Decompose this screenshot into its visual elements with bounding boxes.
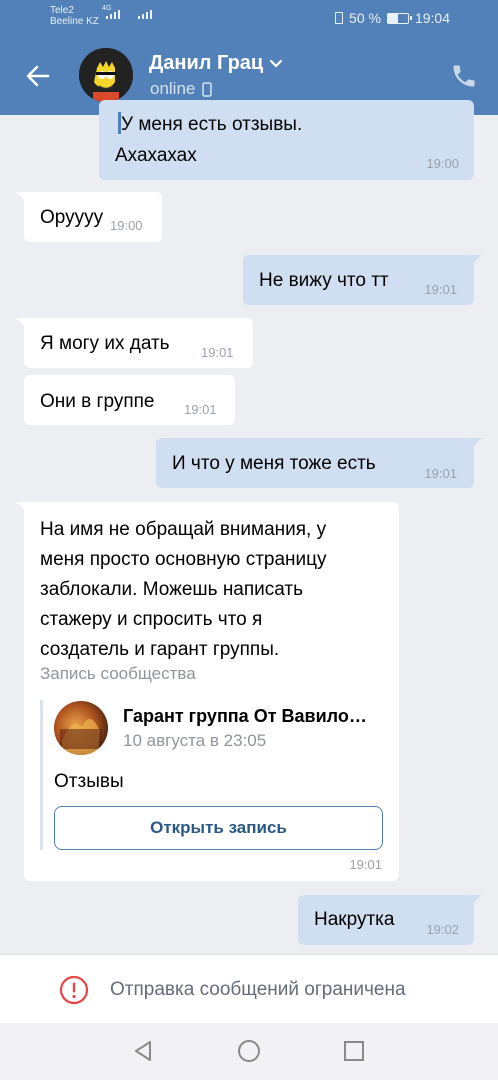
- message-text: Не вижу что тт: [259, 270, 389, 291]
- message-time: 19:00: [110, 218, 143, 233]
- bubble-tail: [471, 255, 483, 269]
- chat-header: Tele2 Beeline KZ 4G 50 % 19:04 Данил Гра…: [0, 0, 498, 115]
- alert-circle-icon: [59, 975, 89, 1005]
- message-text: Накрутка: [314, 909, 395, 930]
- chat-name[interactable]: Данил Грац: [149, 52, 283, 75]
- mobile-icon: [202, 81, 213, 97]
- message-line: создатель и гарант группы.: [40, 639, 280, 660]
- carrier-beeline: Beeline KZ: [50, 16, 99, 27]
- avatar[interactable]: [79, 48, 133, 102]
- message-time: 19:02: [426, 922, 459, 937]
- message-bubble-incoming[interactable]: Я могу их дать 19:01: [15, 318, 253, 368]
- quoted-text: У меня есть отзывы.: [121, 114, 303, 135]
- bubble-tail: [15, 502, 27, 516]
- message-line: На имя не обращай внимания, у: [40, 519, 327, 540]
- restriction-text: Отправка сообщений ограничена: [110, 979, 406, 1000]
- group-avatar[interactable]: [54, 701, 108, 755]
- status-right: 50 % 19:04: [335, 10, 450, 26]
- bubble-tail: [471, 438, 483, 452]
- nav-recents-icon[interactable]: [341, 1038, 367, 1064]
- message-bubble-outgoing[interactable]: Накрутка 19:02: [298, 895, 483, 945]
- system-nav-bar: [0, 1023, 498, 1080]
- bubble-tail: [15, 192, 27, 206]
- contact-name: Данил Грац: [149, 52, 264, 74]
- message-text: Я могу их дать: [40, 333, 170, 354]
- signal-icon: [106, 10, 120, 19]
- message-bubble-incoming[interactable]: Они в группе 19:01: [24, 375, 235, 425]
- message-text: Ахахахах: [115, 145, 197, 166]
- message-line: меня просто основную страницу: [40, 549, 327, 570]
- message-time: 19:01: [201, 345, 234, 360]
- battery-percent: 50 %: [349, 10, 381, 26]
- repost-bar: [40, 700, 43, 850]
- message-text-block: На имя не обращай внимания, у меня прост…: [40, 515, 327, 665]
- nav-home-icon[interactable]: [236, 1038, 262, 1064]
- quote-bar: [118, 112, 121, 134]
- status-text: online: [150, 79, 196, 98]
- battery-level: [387, 13, 398, 23]
- carrier-labels: Tele2 Beeline KZ: [50, 5, 99, 27]
- message-time: 19:00: [426, 156, 459, 171]
- post-date: 10 августа в 23:05: [123, 731, 267, 750]
- repost-label: Запись сообщества: [40, 664, 196, 683]
- open-post-button[interactable]: Открыть запись: [54, 806, 383, 850]
- signal-icon-2: [138, 10, 152, 19]
- message-bubble-incoming[interactable]: Оруууу 19:00: [15, 192, 162, 242]
- phone-icon[interactable]: [450, 62, 478, 90]
- message-line: заблокали. Можешь написать: [40, 579, 304, 600]
- nav-back-icon[interactable]: [130, 1038, 156, 1064]
- message-bubble-outgoing[interactable]: У меня есть отзывы. Ахахахах 19:00: [99, 100, 474, 180]
- message-time: 19:01: [424, 466, 457, 481]
- bubble-tail: [471, 895, 483, 909]
- message-text: Они в группе: [40, 391, 155, 412]
- clock: 19:04: [414, 10, 450, 26]
- group-name[interactable]: Гарант группа От Вавило…: [123, 706, 367, 727]
- restriction-bar: Отправка сообщений ограничена: [0, 954, 498, 1023]
- message-time: 19:01: [184, 402, 217, 417]
- message-line: стажеру и спросить что я: [40, 609, 263, 630]
- vibrate-icon: [335, 12, 344, 24]
- message-time: 19:01: [349, 857, 382, 872]
- message-text: И что у меня тоже есть: [172, 453, 376, 474]
- chevron-down-icon: [270, 59, 283, 68]
- online-status: online: [150, 79, 213, 99]
- carrier-tele2: Tele2: [50, 5, 74, 16]
- back-arrow-icon[interactable]: [22, 60, 54, 92]
- message-bubble-outgoing[interactable]: Не вижу что тт 19:01: [243, 255, 483, 305]
- status-bar: Tele2 Beeline KZ 4G 50 % 19:04: [0, 0, 498, 38]
- message-bubble-outgoing[interactable]: И что у меня тоже есть 19:01: [156, 438, 483, 488]
- post-text: Отзывы: [54, 771, 124, 792]
- message-text: Оруууу: [40, 207, 104, 228]
- message-time: 19:01: [424, 282, 457, 297]
- battery-icon: [386, 12, 412, 24]
- bubble-tail: [15, 318, 27, 332]
